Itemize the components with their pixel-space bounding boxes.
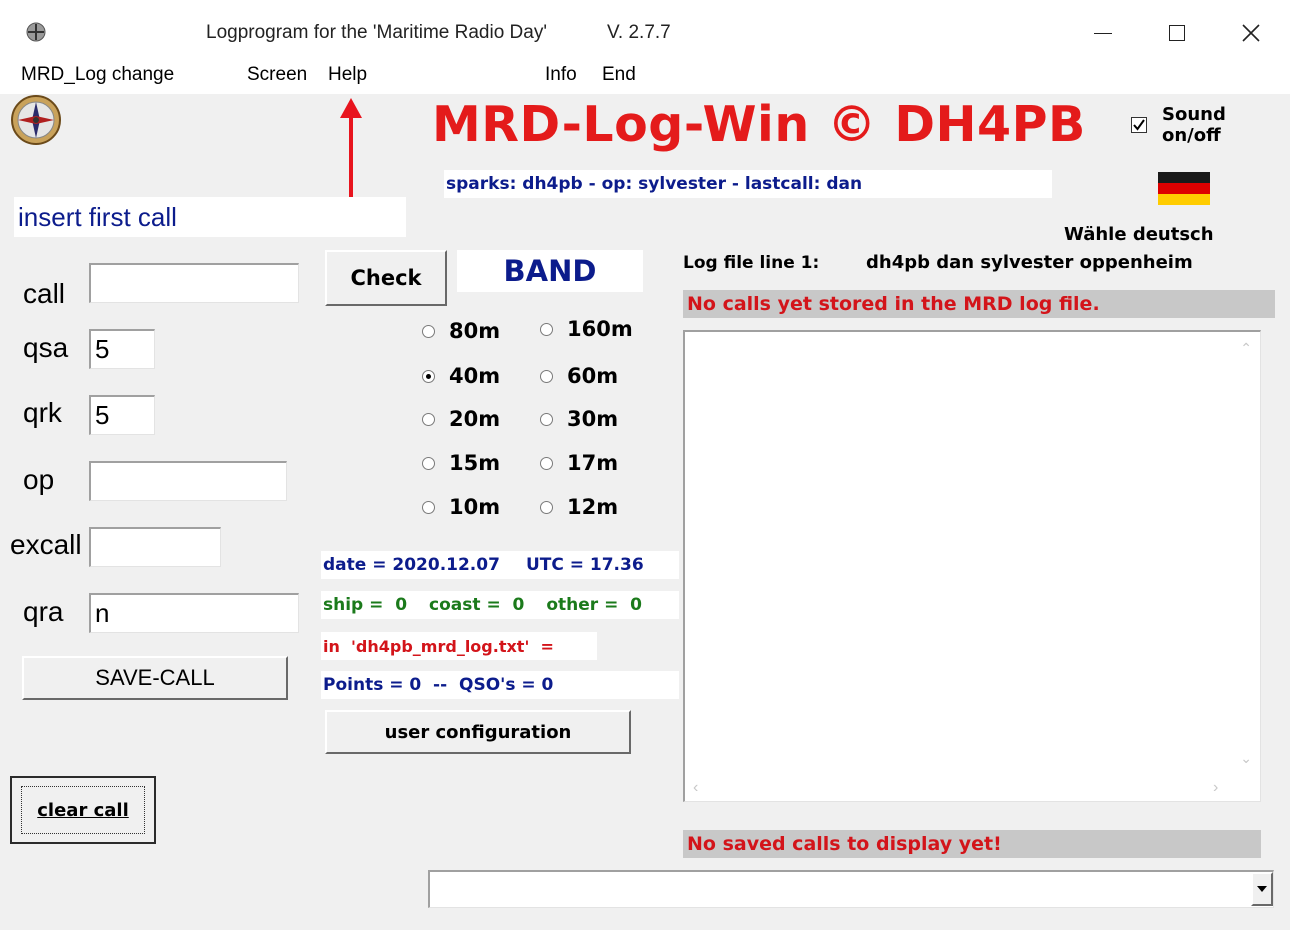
close-button[interactable] xyxy=(1228,18,1274,48)
sound-checkbox[interactable] xyxy=(1131,117,1147,133)
other-count: other = 0 xyxy=(546,595,643,615)
band-radio-30m[interactable]: 30m xyxy=(540,407,618,431)
radio-dot-icon xyxy=(540,500,553,514)
points-line-text: Points = 0 -- QSO's = 0 xyxy=(323,675,554,695)
clear-call-button[interactable]: clear call xyxy=(10,776,156,844)
save-call-button[interactable]: SAVE-CALL xyxy=(22,656,288,700)
prompt-box: insert first call xyxy=(14,197,406,237)
no-calls-message: No calls yet stored in the MRD log file. xyxy=(683,290,1275,318)
radio-dot-icon xyxy=(540,322,553,336)
scroll-up-icon[interactable]: ⌃ xyxy=(1240,340,1252,357)
sound-label-line1: Sound xyxy=(1162,104,1226,125)
annotation-arrow xyxy=(336,94,366,204)
date-utc-line: date = 2020.12.07 UTC = 17.36 xyxy=(321,551,679,579)
scroll-right-icon[interactable]: › xyxy=(1213,779,1218,797)
radio-dot-icon xyxy=(422,412,435,426)
chevron-down-icon xyxy=(1257,886,1267,892)
scroll-down-icon[interactable]: ⌄ xyxy=(1240,750,1252,767)
menu-screen[interactable]: Screen xyxy=(247,64,307,86)
app-logo-title: MRD-Log-Win © DH4PB xyxy=(432,96,1086,153)
scroll-left-icon[interactable]: ‹ xyxy=(693,779,698,797)
check-button[interactable]: Check xyxy=(325,250,447,306)
log-list[interactable]: ⌃ ⌄ ‹ › xyxy=(683,330,1261,802)
call-input[interactable] xyxy=(89,263,299,303)
op-label: op xyxy=(23,464,55,495)
points-line: Points = 0 -- QSO's = 0 xyxy=(321,671,679,699)
band-title: BAND xyxy=(503,254,597,288)
radio-dot-icon xyxy=(540,369,553,383)
menu-help[interactable]: Help xyxy=(328,64,367,86)
file-line: in 'dh4pb_mrd_log.txt' = xyxy=(321,632,597,660)
log-file-label: Log file line 1: xyxy=(683,253,820,273)
menu-mrd-log-change[interactable]: MRD_Log change xyxy=(21,64,174,86)
ship-coast-line: ship = 0 coast = 0 other = 0 xyxy=(321,591,679,619)
utc-value: UTC = 17.36 xyxy=(525,555,644,575)
checkmark-icon xyxy=(1133,119,1145,131)
window-title: Logprogram for the 'Maritime Radio Day' xyxy=(206,22,547,43)
horizontal-scrollbar[interactable] xyxy=(685,775,1225,801)
clear-call-label: clear call xyxy=(37,799,129,821)
calls-combobox[interactable] xyxy=(428,870,1274,908)
title-bar: Logprogram for the 'Maritime Radio Day' … xyxy=(0,0,1290,58)
ship-count: ship = 0 xyxy=(323,595,408,615)
radio-dot-icon xyxy=(422,324,435,338)
excall-label: excall xyxy=(10,529,82,560)
prompt-text: insert first call xyxy=(18,201,177,232)
band-title-box: BAND xyxy=(457,250,643,292)
excall-input[interactable] xyxy=(89,527,221,567)
user-configuration-label: user configuration xyxy=(384,721,572,743)
save-call-label: SAVE-CALL xyxy=(95,665,215,690)
close-icon xyxy=(1242,24,1260,42)
op-input[interactable] xyxy=(89,461,287,501)
call-label: call xyxy=(23,278,66,309)
band-radio-80m[interactable]: 80m xyxy=(422,319,500,343)
qsa-input[interactable]: 5 xyxy=(89,329,155,369)
maximize-icon xyxy=(1169,25,1185,41)
check-label: Check xyxy=(350,266,422,290)
qrk-label: qrk xyxy=(23,397,62,428)
radio-dot-icon xyxy=(422,369,435,383)
file-line-text: in 'dh4pb_mrd_log.txt' = xyxy=(323,636,554,656)
qrk-input[interactable]: 5 xyxy=(89,395,155,435)
language-label[interactable]: Wähle deutsch xyxy=(1064,224,1214,245)
german-flag-icon[interactable] xyxy=(1158,172,1210,205)
band-radio-15m[interactable]: 15m xyxy=(422,451,500,475)
qra-input[interactable]: n xyxy=(89,593,299,633)
menu-bar: MRD_Log change Screen Help Info End xyxy=(0,58,1290,94)
band-radio-160m[interactable]: 160m xyxy=(540,317,633,341)
minimize-icon xyxy=(1094,32,1112,34)
band-radio-17m[interactable]: 17m xyxy=(540,451,618,475)
radio-dot-icon xyxy=(540,456,553,470)
band-radio-20m[interactable]: 20m xyxy=(422,407,500,431)
status-line: sparks: dh4pb - op: sylvester - lastcall… xyxy=(444,170,1052,198)
qra-label: qra xyxy=(23,596,64,627)
minimize-button[interactable] xyxy=(1080,18,1126,48)
app-icon[interactable] xyxy=(26,22,46,42)
radio-dot-icon xyxy=(540,412,553,426)
band-radio-12m[interactable]: 12m xyxy=(540,495,618,519)
log-file-value: dh4pb dan sylvester oppenheim xyxy=(866,252,1193,273)
menu-end[interactable]: End xyxy=(602,64,636,86)
vertical-scrollbar[interactable] xyxy=(1230,332,1260,772)
menu-info[interactable]: Info xyxy=(545,64,577,86)
user-configuration-button[interactable]: user configuration xyxy=(325,710,631,754)
radio-dot-icon xyxy=(422,500,435,514)
band-radio-40m[interactable]: 40m xyxy=(422,364,500,388)
version-label: V. 2.7.7 xyxy=(607,22,671,43)
date-value: date = 2020.12.07 xyxy=(323,555,500,575)
no-saved-message: No saved calls to display yet! xyxy=(683,830,1261,858)
band-radio-60m[interactable]: 60m xyxy=(540,364,618,388)
qsa-label: qsa xyxy=(23,332,69,363)
sound-label-line2: on/off xyxy=(1162,125,1221,146)
combobox-dropdown-button[interactable] xyxy=(1251,872,1273,906)
band-radio-10m[interactable]: 10m xyxy=(422,495,500,519)
coast-count: coast = 0 xyxy=(429,595,525,615)
compass-icon xyxy=(10,94,62,146)
maximize-button[interactable] xyxy=(1154,18,1200,48)
status-line-text: sparks: dh4pb - op: sylvester - lastcall… xyxy=(446,174,863,194)
radio-dot-icon xyxy=(422,456,435,470)
